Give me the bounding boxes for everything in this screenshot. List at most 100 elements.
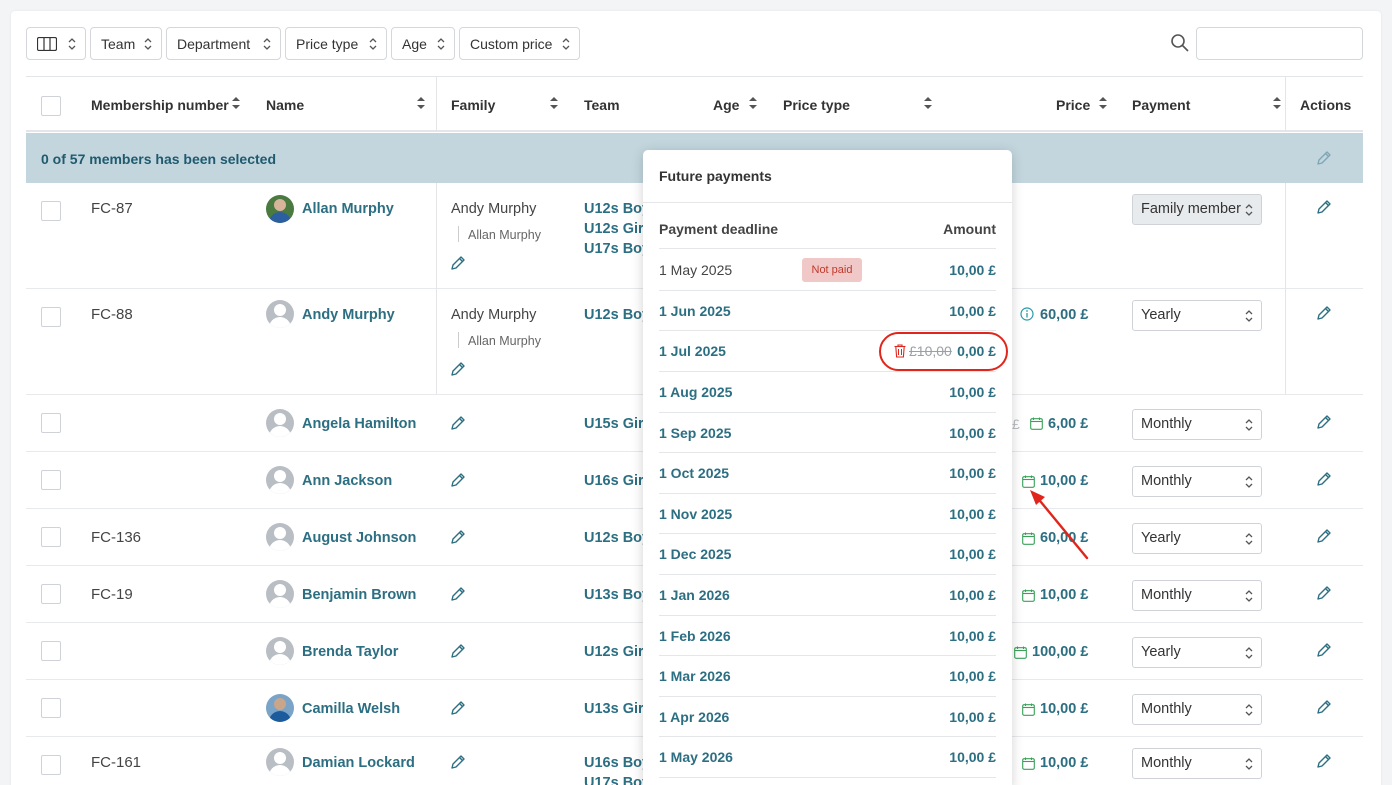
payment-select[interactable]: Monthly <box>1132 466 1262 497</box>
payment-select[interactable]: Monthly <box>1132 580 1262 611</box>
payment-amount[interactable]: 10,00 £ <box>949 425 996 441</box>
edit-member-pencil-icon[interactable] <box>1316 414 1332 430</box>
edit-family-pencil-icon[interactable] <box>450 643 466 659</box>
team-filter[interactable]: Team <box>90 27 162 60</box>
payment-date[interactable]: 1 Jan 2026 <box>659 587 730 603</box>
team-link[interactable]: U16s Boy <box>584 755 650 771</box>
member-name-link[interactable]: Brenda Taylor <box>302 644 398 660</box>
payment-date[interactable]: 1 Oct 2025 <box>659 465 729 481</box>
row-checkbox[interactable] <box>41 584 61 604</box>
payment-date[interactable]: 1 Sep 2025 <box>659 425 731 441</box>
payment-select[interactable]: Yearly <box>1132 637 1262 668</box>
age-filter[interactable]: Age <box>391 27 455 60</box>
column-toggle-button[interactable] <box>26 27 86 60</box>
payment-amount[interactable]: 10,00 £ <box>949 546 996 562</box>
edit-family-pencil-icon[interactable] <box>450 586 466 602</box>
team-link[interactable]: U12s Girl <box>584 644 648 660</box>
payment-date[interactable]: 1 Feb 2026 <box>659 628 731 644</box>
info-icon[interactable] <box>1020 307 1034 321</box>
team-link[interactable]: U12s Boy <box>584 530 650 546</box>
edit-family-pencil-icon[interactable] <box>450 415 466 431</box>
calendar-icon[interactable] <box>1030 417 1043 430</box>
edit-member-pencil-icon[interactable] <box>1316 528 1332 544</box>
edit-member-pencil-icon[interactable] <box>1316 642 1332 658</box>
member-name-link[interactable]: August Johnson <box>302 530 416 546</box>
team-link[interactable]: U13s Girl <box>584 701 648 717</box>
payment-date[interactable]: 1 Nov 2025 <box>659 506 732 522</box>
team-link[interactable]: U17s Boy <box>584 241 650 257</box>
edit-member-pencil-icon[interactable] <box>1316 699 1332 715</box>
edit-family-pencil-icon[interactable] <box>450 700 466 716</box>
team-link[interactable]: U15s Girl <box>584 416 648 432</box>
payment-amount[interactable]: 10,00 £ <box>949 709 996 725</box>
col-name[interactable]: Name <box>266 97 304 113</box>
col-age[interactable]: Age <box>713 97 739 113</box>
payment-select[interactable]: Monthly <box>1132 694 1262 725</box>
price-value[interactable]: 10,00 £ <box>1040 755 1088 771</box>
payment-amount[interactable]: 10,00 £ <box>949 384 996 400</box>
calendar-icon[interactable] <box>1014 646 1027 659</box>
bulk-edit-pencil-icon[interactable] <box>1316 150 1332 166</box>
price-value[interactable]: 60,00 £ <box>1040 307 1088 323</box>
payment-amount[interactable]: 10,00 £ <box>949 465 996 481</box>
member-name-link[interactable]: Angela Hamilton <box>302 416 416 432</box>
payment-date[interactable]: 1 Dec 2025 <box>659 546 731 562</box>
sort-icon[interactable] <box>550 96 558 110</box>
price-type-filter[interactable]: Price type <box>285 27 387 60</box>
member-name-link[interactable]: Benjamin Brown <box>302 587 416 603</box>
col-price-type[interactable]: Price type <box>783 97 850 113</box>
payment-select[interactable]: Yearly <box>1132 523 1262 554</box>
payment-amount[interactable]: 10,00 £ <box>949 262 996 278</box>
member-name-link[interactable]: Camilla Welsh <box>302 701 400 717</box>
custom-price-filter[interactable]: Custom price <box>459 27 580 60</box>
calendar-icon[interactable] <box>1022 703 1035 716</box>
row-checkbox[interactable] <box>41 307 61 327</box>
payment-amount[interactable]: 10,00 £ <box>949 506 996 522</box>
col-price[interactable]: Price <box>1056 97 1090 113</box>
row-checkbox[interactable] <box>41 413 61 433</box>
col-payment[interactable]: Payment <box>1132 97 1190 113</box>
payment-select[interactable]: Family member <box>1132 194 1262 225</box>
edit-member-pencil-icon[interactable] <box>1316 305 1332 321</box>
sort-icon[interactable] <box>417 96 425 110</box>
payment-select[interactable]: Yearly <box>1132 300 1262 331</box>
payment-date[interactable]: 1 Mar 2026 <box>659 668 731 684</box>
col-team[interactable]: Team <box>584 97 620 113</box>
price-value[interactable]: 10,00 £ <box>1040 473 1088 489</box>
payment-select[interactable]: Monthly <box>1132 409 1262 440</box>
member-name-link[interactable]: Damian Lockard <box>302 755 415 771</box>
edit-family-pencil-icon[interactable] <box>450 361 466 377</box>
row-checkbox[interactable] <box>41 470 61 490</box>
calendar-icon[interactable] <box>1022 475 1035 488</box>
member-name-link[interactable]: Andy Murphy <box>302 307 395 323</box>
edit-family-pencil-icon[interactable] <box>450 472 466 488</box>
select-all-checkbox[interactable] <box>41 96 61 116</box>
member-name-link[interactable]: Allan Murphy <box>302 201 394 217</box>
edit-family-pencil-icon[interactable] <box>450 529 466 545</box>
payment-select[interactable]: Monthly <box>1132 748 1262 779</box>
payment-amount[interactable]: 10,00 £ <box>949 749 996 765</box>
team-link[interactable]: U17s Boy <box>584 775 650 785</box>
sort-icon[interactable] <box>1099 96 1107 110</box>
department-filter[interactable]: Department <box>166 27 281 60</box>
calendar-icon[interactable] <box>1022 589 1035 602</box>
team-link[interactable]: U12s Boy <box>584 307 650 323</box>
payment-amount[interactable]: 10,00 £ <box>949 587 996 603</box>
team-link[interactable]: U16s Girl <box>584 473 648 489</box>
payment-date[interactable]: 1 Jun 2025 <box>659 303 731 319</box>
payment-amount[interactable]: 10,00 £ <box>949 628 996 644</box>
sort-icon[interactable] <box>232 96 240 110</box>
search-icon[interactable] <box>1170 33 1190 53</box>
row-checkbox[interactable] <box>41 698 61 718</box>
col-membership-number[interactable]: Membership number <box>91 97 229 113</box>
price-value[interactable]: 10,00 £ <box>1040 701 1088 717</box>
price-value[interactable]: 6,00 £ <box>1048 416 1088 432</box>
col-family[interactable]: Family <box>451 97 495 113</box>
price-value[interactable]: 10,00 £ <box>1040 587 1088 603</box>
row-checkbox[interactable] <box>41 201 61 221</box>
search-input[interactable] <box>1196 27 1363 60</box>
payment-date[interactable]: 1 May 2026 <box>659 749 733 765</box>
row-checkbox[interactable] <box>41 527 61 547</box>
row-checkbox[interactable] <box>41 755 61 775</box>
edit-member-pencil-icon[interactable] <box>1316 199 1332 215</box>
